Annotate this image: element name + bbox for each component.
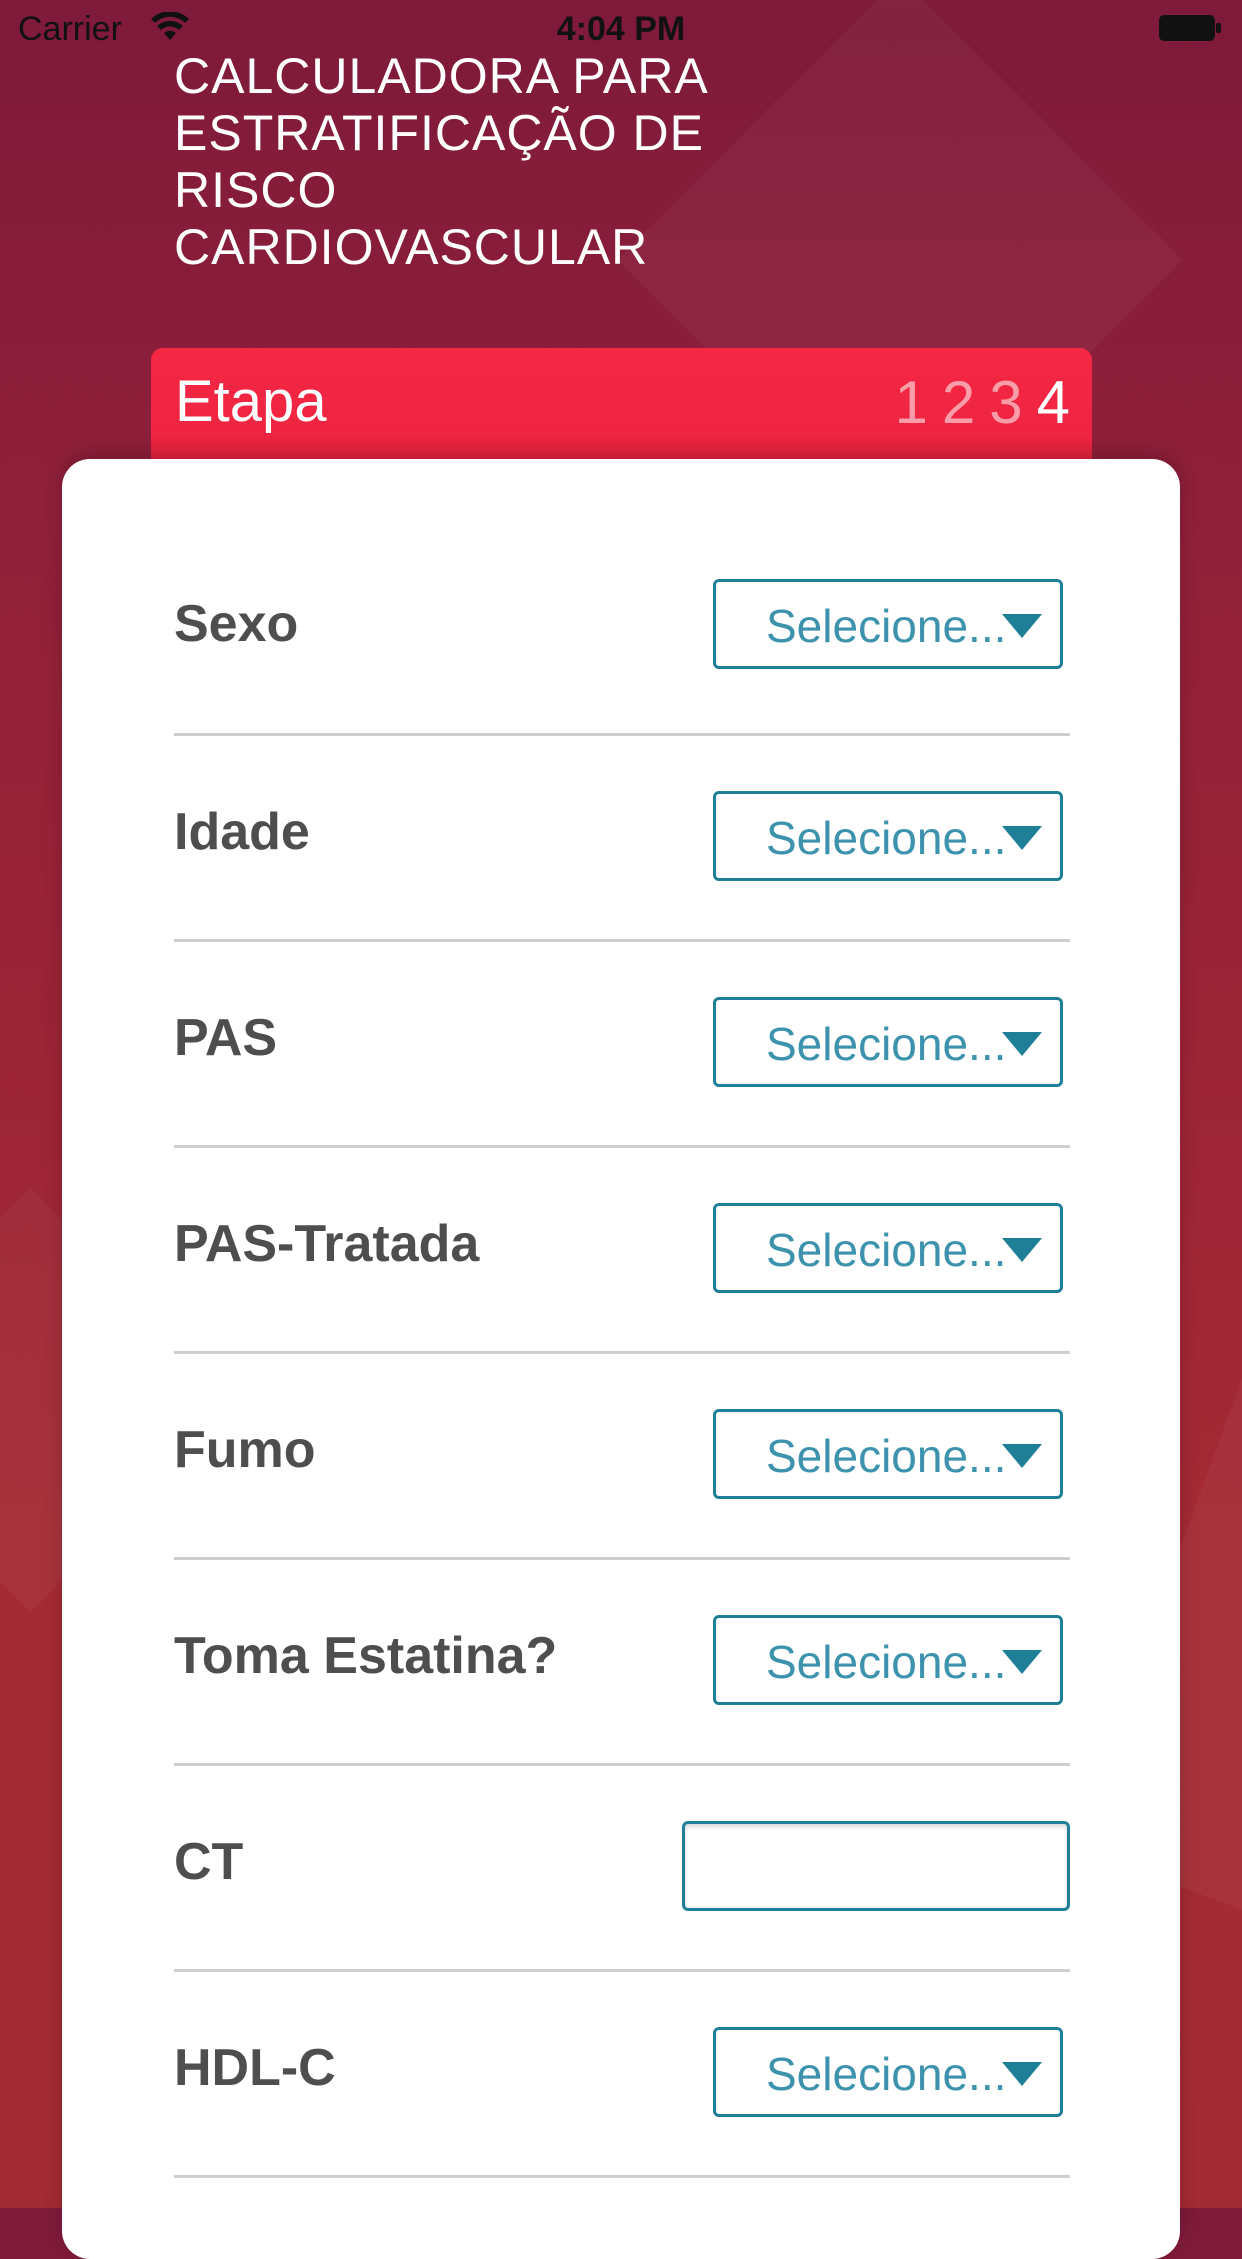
form-row-sexo: Sexo Selecione... (174, 459, 1070, 736)
dropdown-triangle-icon (1002, 1237, 1042, 1262)
field-label-ct: CT (174, 1832, 244, 1891)
form-row-pas-tratada: PAS-Tratada Selecione... (174, 1148, 1070, 1354)
step-number-4[interactable]: 4 (1037, 368, 1070, 437)
form-row-toma-estatina: Toma Estatina? Selecione... (174, 1560, 1070, 1766)
select-value: Selecione... (766, 600, 1007, 652)
step-label: Etapa (175, 369, 327, 434)
form-row-ct: CT (174, 1766, 1070, 1972)
field-label-toma-estatina: Toma Estatina? (174, 1626, 558, 1685)
pas-tratada-select[interactable]: Selecione... (713, 1202, 1063, 1293)
field-label-hdl-c: HDL-C (174, 2038, 336, 2097)
dropdown-triangle-icon (1002, 1649, 1042, 1674)
fumo-select[interactable]: Selecione... (713, 1408, 1063, 1499)
field-label-pas-tratada: PAS-Tratada (174, 1214, 480, 1273)
pas-select[interactable]: Selecione... (713, 996, 1063, 1087)
app-title-line: CARDIOVASCULAR (174, 219, 649, 275)
idade-select[interactable]: Selecione... (713, 790, 1063, 881)
field-label-idade: Idade (174, 802, 310, 861)
form-card: Sexo Selecione... Idade Selecione... PAS… (62, 459, 1180, 2259)
form-row-idade: Idade Selecione... (174, 736, 1070, 942)
form-row-pas: PAS Selecione... (174, 942, 1070, 1148)
dropdown-triangle-icon (1002, 825, 1042, 850)
step-number-1[interactable]: 1 (895, 368, 928, 437)
ct-input[interactable] (682, 1820, 1070, 1911)
sexo-select[interactable]: Selecione... (713, 579, 1063, 669)
dropdown-triangle-icon (1002, 614, 1042, 638)
battery-icon (1159, 15, 1221, 41)
dropdown-triangle-icon (1002, 1443, 1042, 1468)
clock: 4:04 PM (556, 10, 686, 48)
select-value: Selecione... (766, 1429, 1007, 1482)
field-label-sexo: Sexo (174, 595, 299, 653)
dropdown-triangle-icon (1002, 2061, 1042, 2086)
app-title-line: ESTRATIFICAÇÃO DE (174, 105, 705, 161)
select-value: Selecione... (766, 2047, 1007, 2100)
field-label-pas: PAS (174, 1008, 278, 1067)
step-number-2[interactable]: 2 (942, 368, 975, 437)
form-row-fumo: Fumo Selecione... (174, 1354, 1070, 1560)
step-indicator: 1 2 3 4 (895, 368, 1071, 437)
app-title: CALCULADORA PARA ESTRATIFICAÇÃO DE RISCO… (174, 48, 814, 276)
select-value: Selecione... (766, 1223, 1007, 1276)
app-title-line: CALCULADORA PARA (174, 48, 709, 104)
hdl-c-select[interactable]: Selecione... (713, 2026, 1063, 2117)
select-value: Selecione... (766, 1635, 1007, 1688)
toma-estatina-select[interactable]: Selecione... (713, 1614, 1063, 1705)
app-title-line: RISCO (174, 162, 338, 218)
form-row-hdl-c: HDL-C Selecione... (174, 1972, 1070, 2178)
dropdown-triangle-icon (1002, 1031, 1042, 1056)
select-value: Selecione... (766, 1017, 1007, 1070)
field-label-fumo: Fumo (174, 1420, 316, 1479)
step-number-3[interactable]: 3 (989, 368, 1022, 437)
select-value: Selecione... (766, 811, 1007, 864)
